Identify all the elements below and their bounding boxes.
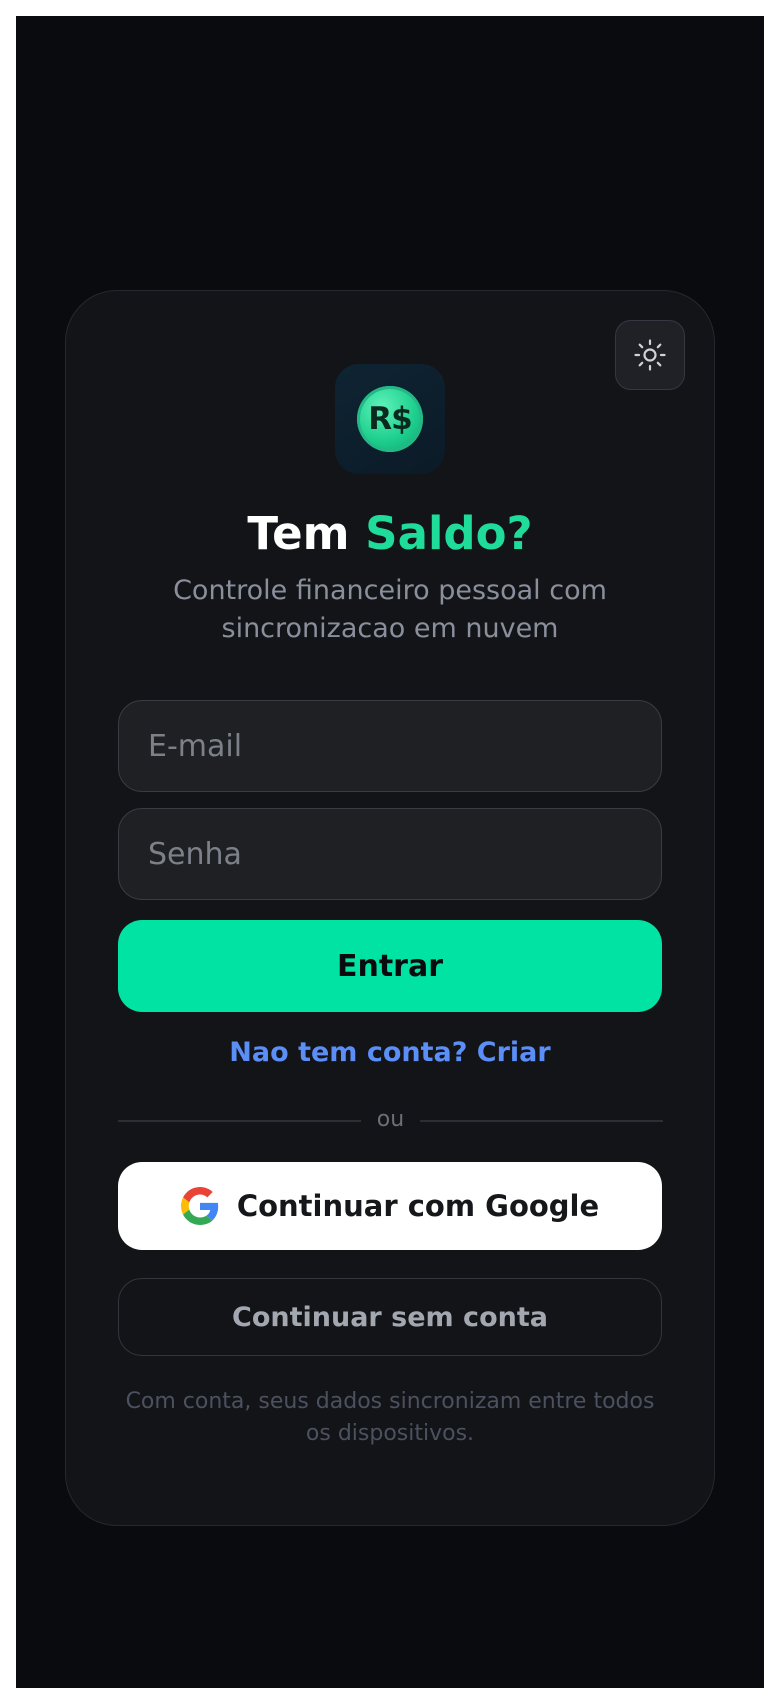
google-login-label: Continuar com Google xyxy=(236,1189,600,1223)
sync-note-line-2: os dispositivos. xyxy=(305,1421,475,1446)
app-subtitle: Controle financeiro pessoal com sincroni… xyxy=(65,572,715,648)
subtitle-line-1: Controle financeiro pessoal com xyxy=(173,575,607,606)
divider-line-right xyxy=(420,1120,663,1122)
email-input[interactable] xyxy=(118,700,662,792)
login-button[interactable]: Entrar xyxy=(118,920,662,1012)
login-button-label: Entrar xyxy=(336,948,444,984)
logo-text: R$ xyxy=(368,401,412,437)
google-login-button[interactable]: Continuar com Google xyxy=(118,1162,662,1250)
password-input[interactable] xyxy=(118,808,662,900)
theme-toggle-button[interactable] xyxy=(615,320,685,390)
app-title: Tem Saldo? xyxy=(65,504,715,564)
sun-icon xyxy=(634,339,666,371)
subtitle-line-2: sincronizacao em nuvem xyxy=(221,613,559,644)
app-logo: R$ xyxy=(335,364,445,474)
guest-button-label: Continuar sem conta xyxy=(232,1301,548,1333)
guest-button[interactable]: Continuar sem conta xyxy=(118,1278,662,1356)
coin-icon: R$ xyxy=(357,386,423,452)
title-part-1: Tem xyxy=(247,507,366,560)
sync-note: Com conta, seus dados sincronizam entre … xyxy=(65,1386,715,1450)
signup-link[interactable]: Nao tem conta? Criar xyxy=(65,1034,715,1072)
divider-line-left xyxy=(118,1120,361,1122)
divider-label: ou xyxy=(376,1107,405,1132)
title-part-2: Saldo? xyxy=(365,507,533,560)
sync-note-line-1: Com conta, seus dados sincronizam entre … xyxy=(125,1389,655,1414)
google-icon xyxy=(180,1187,219,1225)
